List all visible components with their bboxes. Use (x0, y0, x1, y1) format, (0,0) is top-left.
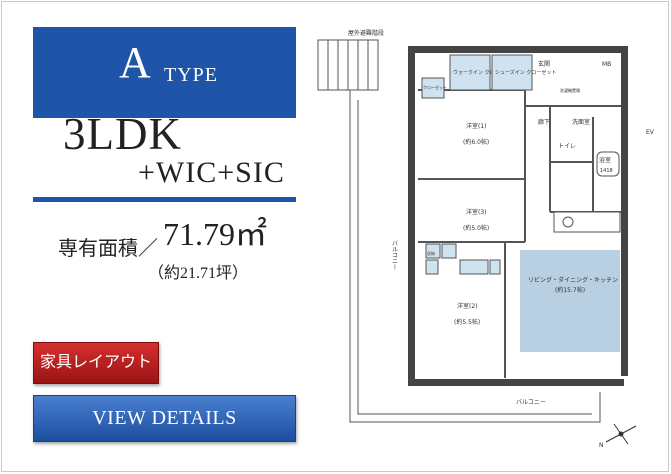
ldk-size: (約15.7帖) (555, 286, 585, 294)
compass-north: N (599, 442, 604, 449)
storage-label: 収納 (427, 250, 435, 256)
room2-size: (約5.5帖) (454, 318, 480, 326)
area-value: 71.79㎡ (163, 216, 268, 252)
type-word: TYPE (164, 64, 218, 86)
mb-label: MB (602, 61, 611, 68)
ldk-area (520, 250, 620, 352)
type-banner: A TYPE (33, 27, 296, 118)
ev-label: EV (646, 129, 655, 136)
bottom-balcony-label: バルコニー (516, 399, 546, 406)
divider-rule (33, 197, 296, 202)
shoes-closet-label: シューズイン クローゼット (495, 69, 556, 76)
bath-size: 1418 (600, 168, 613, 174)
room2-label: 洋室(2) (457, 302, 478, 310)
room1-size: (約6.0帖) (463, 138, 489, 146)
entrance-label: 玄関 (538, 60, 550, 68)
escape-stairs (317, 39, 379, 91)
closet-1-label: クローゼット (423, 84, 447, 90)
furniture-layout-button[interactable]: 家具レイアウト (33, 342, 159, 384)
floor-plan: 屋外避難階段 バルコニー ウォークイン クローゼット シューズイン クローゼット… (317, 29, 655, 449)
room1-label: 洋室(1) (466, 122, 487, 130)
toilet-label: トイレ (558, 143, 576, 150)
ldk-label: リビング・ダイニング・キッチン (528, 276, 618, 284)
layout-sub: +WIC+SIC (138, 156, 285, 189)
hall-label: 廊下 (538, 118, 550, 126)
layout-main: 3LDK (63, 109, 182, 159)
area-label: 専有面積／ (58, 238, 158, 260)
room3-size: (約5.0帖) (463, 224, 489, 232)
storage-units (425, 243, 501, 275)
washer-label: 洗濯機置場 (560, 87, 580, 93)
compass-icon (605, 423, 637, 445)
bath-label: 浴室 (599, 156, 611, 164)
type-letter: A (119, 38, 151, 87)
washroom-label: 洗面室 (572, 118, 590, 126)
kitchen-counter (553, 211, 621, 233)
room3-label: 洋室(3) (466, 208, 487, 216)
view-details-button[interactable]: VIEW DETAILS (33, 395, 296, 442)
escape-stairs-label: 屋外避難階段 (348, 29, 384, 37)
side-balcony-label: バルコニー (391, 240, 398, 270)
area-tsubo: （約21.71坪） (148, 265, 249, 282)
